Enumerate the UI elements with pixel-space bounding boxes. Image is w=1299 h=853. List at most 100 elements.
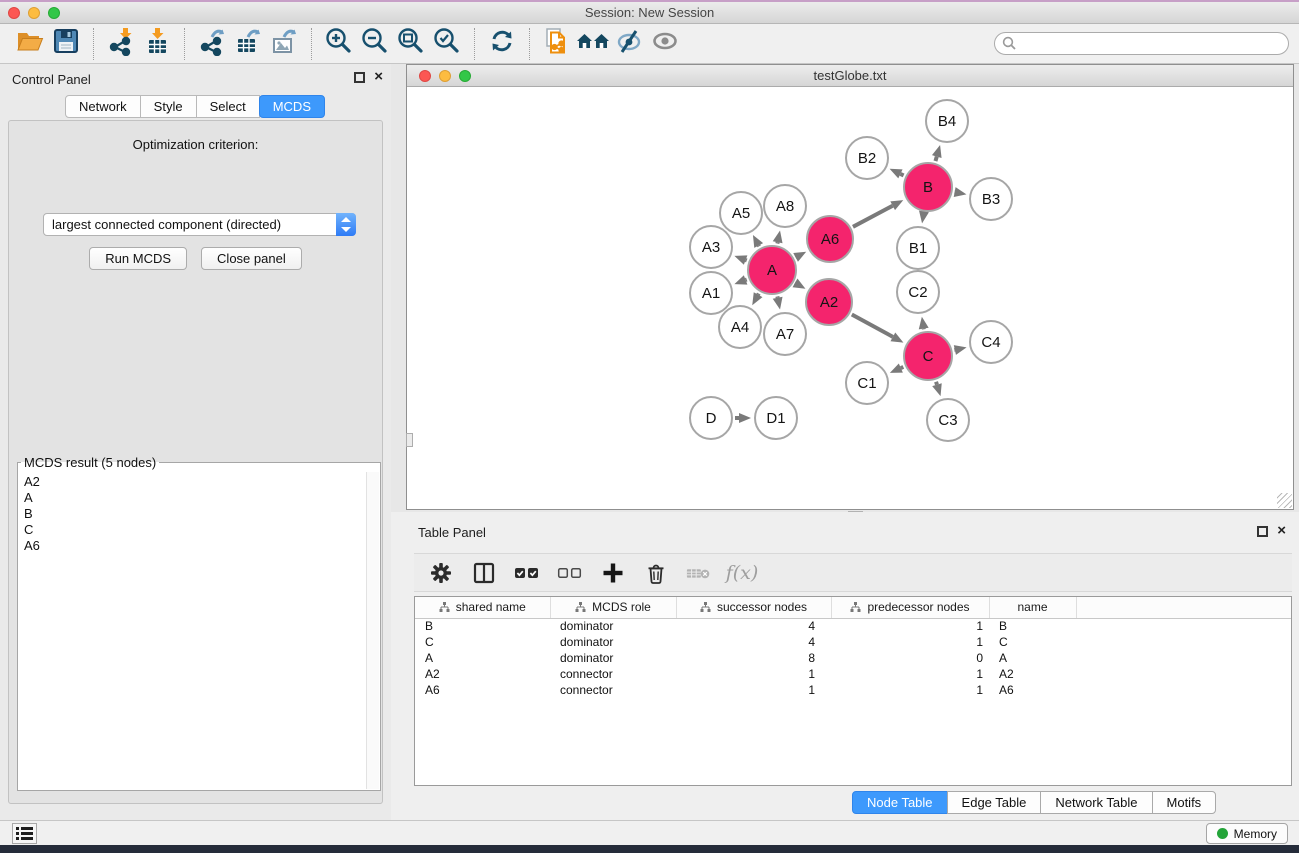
import-network-button[interactable] — [103, 26, 139, 62]
graph-edge-B-B2[interactable] — [890, 169, 904, 179]
run-mcds-button[interactable]: Run MCDS — [89, 247, 187, 270]
close-panel-icon[interactable]: × — [374, 68, 383, 86]
tab-edge-table[interactable]: Edge Table — [947, 791, 1042, 814]
mcds-result-item[interactable]: B — [24, 506, 366, 522]
tab-mcds[interactable]: MCDS — [259, 95, 325, 118]
zoom-selected-button[interactable] — [429, 26, 465, 62]
float-table-panel-icon[interactable] — [1257, 526, 1268, 537]
tab-network-table[interactable]: Network Table — [1040, 791, 1152, 814]
graph-node-A[interactable]: A — [748, 246, 796, 294]
float-panel-icon[interactable] — [354, 72, 365, 83]
column-header-predecessor-nodes[interactable]: predecessor nodes — [831, 597, 989, 618]
show-hide-button[interactable] — [647, 26, 683, 62]
close-network-window-icon[interactable] — [419, 70, 431, 82]
graph-edge-C-C4[interactable] — [954, 345, 967, 355]
graph-node-A4[interactable]: A4 — [719, 306, 761, 348]
graph-edge-A-A1[interactable] — [734, 275, 747, 284]
graph-node-A6[interactable]: A6 — [807, 216, 853, 262]
table-settings-button[interactable] — [428, 560, 454, 586]
graph-node-C2[interactable]: C2 — [897, 271, 939, 313]
graph-edge-A-A7[interactable] — [773, 296, 783, 309]
zoom-window-icon[interactable] — [48, 7, 60, 19]
mcds-result-item[interactable]: A6 — [24, 538, 366, 554]
column-header-name[interactable]: name — [989, 597, 1076, 618]
result-list-scrollbar[interactable] — [366, 472, 379, 789]
table-row[interactable]: A2connector11A2 — [415, 666, 1292, 682]
graph-node-B1[interactable]: B1 — [897, 227, 939, 269]
graph-node-C1[interactable]: C1 — [846, 362, 888, 404]
graph-node-A5[interactable]: A5 — [720, 192, 762, 234]
graph-node-A3[interactable]: A3 — [690, 226, 732, 268]
close-table-panel-icon[interactable]: × — [1277, 522, 1286, 540]
window-resize-grip[interactable] — [1277, 493, 1292, 508]
graph-node-C3[interactable]: C3 — [927, 399, 969, 441]
graph-edge-A-A8[interactable] — [773, 230, 783, 243]
table-row[interactable]: Bdominator41B — [415, 618, 1292, 634]
table-row[interactable]: Cdominator41C — [415, 634, 1292, 650]
memory-button[interactable]: Memory — [1206, 823, 1288, 844]
table-row[interactable]: A6connector11A6 — [415, 682, 1292, 698]
home-button[interactable] — [575, 26, 611, 62]
graph-edge-A-A6[interactable] — [793, 252, 806, 262]
column-header-shared-name[interactable]: shared name — [415, 597, 550, 618]
canvas-scroll-thumb[interactable] — [406, 433, 413, 447]
graph-node-A1[interactable]: A1 — [690, 272, 732, 314]
graph-node-B2[interactable]: B2 — [846, 137, 888, 179]
graph-node-A2[interactable]: A2 — [806, 279, 852, 325]
delete-table-button[interactable] — [686, 560, 712, 586]
zoom-out-button[interactable] — [357, 26, 393, 62]
criterion-dropdown[interactable]: largest connected component (directed) — [43, 213, 356, 236]
graph-node-A8[interactable]: A8 — [764, 185, 806, 227]
graph-node-B4[interactable]: B4 — [926, 100, 968, 142]
export-network-button[interactable] — [194, 26, 230, 62]
column-header-successor-nodes[interactable]: successor nodes — [676, 597, 831, 618]
graph-node-A7[interactable]: A7 — [764, 313, 806, 355]
graph-edge-D-D1[interactable] — [735, 413, 751, 423]
graph-node-B[interactable]: B — [904, 163, 952, 211]
column-header-mcds-role[interactable]: MCDS role — [550, 597, 676, 618]
zoom-fit-button[interactable] — [393, 26, 429, 62]
tab-select[interactable]: Select — [196, 95, 260, 118]
graph-edge-C-C2[interactable] — [919, 317, 929, 330]
table-row[interactable]: Adominator80A — [415, 650, 1292, 666]
export-image-button[interactable] — [266, 26, 302, 62]
graph-edge-C-C1[interactable] — [890, 363, 903, 372]
save-session-button[interactable] — [48, 26, 84, 62]
graph-edge-A6-B[interactable] — [853, 200, 903, 227]
toggle-graphics-details-button[interactable] — [611, 26, 647, 62]
deselect-all-columns-button[interactable] — [557, 560, 583, 586]
graph-edge-A2-C[interactable] — [852, 314, 904, 342]
mcds-result-item[interactable]: C — [24, 522, 366, 538]
open-session-button[interactable] — [12, 26, 48, 62]
select-all-columns-button[interactable] — [514, 560, 540, 586]
zoom-in-button[interactable] — [321, 26, 357, 62]
graph-node-C[interactable]: C — [904, 332, 952, 380]
tab-node-table[interactable]: Node Table — [852, 791, 948, 814]
graph-node-B3[interactable]: B3 — [970, 178, 1012, 220]
graph-node-C4[interactable]: C4 — [970, 321, 1012, 363]
close-panel-button[interactable]: Close panel — [201, 247, 302, 270]
column-browser-button[interactable] — [471, 560, 497, 586]
graph-edge-B-B1[interactable] — [919, 211, 929, 224]
tab-network[interactable]: Network — [65, 95, 141, 118]
mcds-result-item[interactable]: A2 — [24, 474, 366, 490]
export-table-button[interactable] — [230, 26, 266, 62]
search-input[interactable] — [994, 32, 1289, 55]
graph-node-D1[interactable]: D1 — [755, 397, 797, 439]
delete-column-button[interactable] — [643, 560, 669, 586]
graph-edge-A-A4[interactable] — [752, 292, 762, 305]
graph-edge-A-A5[interactable] — [753, 235, 763, 248]
import-table-button[interactable] — [139, 26, 175, 62]
function-builder-button[interactable]: f(x) — [729, 560, 755, 586]
close-window-icon[interactable] — [8, 7, 20, 19]
tab-motifs[interactable]: Motifs — [1152, 791, 1217, 814]
new-network-from-file-button[interactable] — [539, 26, 575, 62]
zoom-network-window-icon[interactable] — [459, 70, 471, 82]
tab-style[interactable]: Style — [140, 95, 197, 118]
task-history-button[interactable] — [12, 823, 37, 844]
graph-node-D[interactable]: D — [690, 397, 732, 439]
graph-edge-A-A3[interactable] — [734, 255, 747, 264]
graph-edge-C-C3[interactable] — [932, 382, 942, 396]
graph-edge-B-B4[interactable] — [932, 145, 942, 161]
mcds-result-item[interactable]: A — [24, 490, 366, 506]
